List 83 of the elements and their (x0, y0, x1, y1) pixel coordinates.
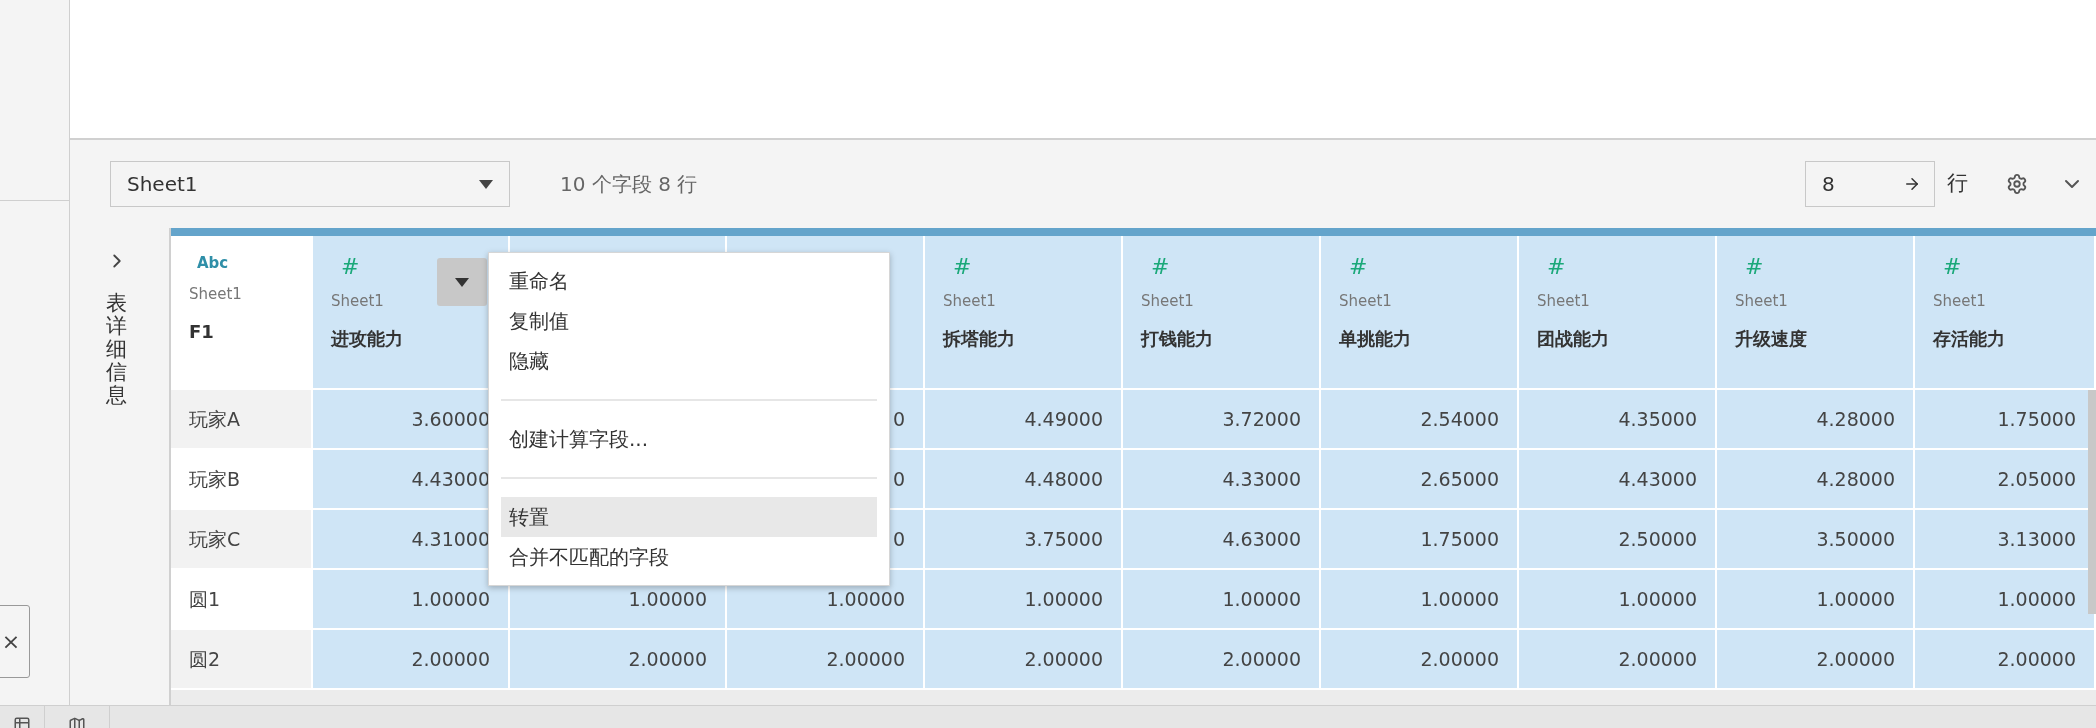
menu-item[interactable]: 合并不匹配的字段 (501, 537, 877, 577)
text-type-icon[interactable]: Abc (189, 256, 229, 271)
row-label: 玩家A (189, 406, 240, 432)
column-menu-button[interactable] (437, 258, 487, 306)
menu-item[interactable]: 复制值 (501, 301, 877, 341)
table-cell-text: 1.00000 (1997, 586, 2076, 612)
field-name: 存活能力 (1933, 326, 2005, 351)
sheet-dropdown[interactable]: Sheet1 (110, 161, 510, 207)
caret-icon (455, 277, 469, 287)
row-label: 玩家B (189, 466, 241, 492)
field-name: 单挑能力 (1339, 326, 1411, 351)
source-name: Sheet1 (189, 284, 242, 305)
table-cell-text: 1.75000 (1997, 406, 2076, 432)
table-cell-text: 2.00000 (1024, 646, 1103, 672)
table-cell-text: 4.48000 (1024, 466, 1103, 492)
arrow-right-icon[interactable] (1903, 175, 1921, 193)
caret-icon (479, 179, 493, 189)
table-cell-text: 2.00000 (1222, 646, 1301, 672)
table-cell-text: 0 (892, 406, 905, 432)
table-cell-text: 4.33000 (1222, 466, 1301, 492)
table-cell-text: 4.28000 (1816, 466, 1895, 492)
field-name: F1 (189, 319, 214, 344)
table-cell-text: 4.35000 (1618, 406, 1697, 432)
table-cell-text: 3.75000 (1024, 526, 1103, 552)
menu-item[interactable]: 隐藏 (501, 341, 877, 381)
table-cell-text: 2.00000 (1420, 646, 1499, 672)
row-label: 圆2 (189, 646, 221, 672)
table-cell-text: 1.75000 (1420, 526, 1499, 552)
table-cell-text: 3.13000 (1997, 526, 2076, 552)
field-name: 拆塔能力 (943, 326, 1015, 351)
table-cell-text: 1.00000 (411, 586, 490, 612)
settings-icon[interactable] (2006, 173, 2028, 195)
source-name: Sheet1 (1537, 291, 1590, 312)
row-unit-label: 行 (1947, 170, 1968, 198)
table-cell-text: 2.65000 (1420, 466, 1499, 492)
table-cell-text: 3.50000 (1816, 526, 1895, 552)
source-name: Sheet1 (1339, 291, 1392, 312)
table-cell-text: 1.00000 (1420, 586, 1499, 612)
table-cell-text: 2.50000 (1618, 526, 1697, 552)
table-cell-text: 4.31000 (411, 526, 490, 552)
table-cell-text: 2.00000 (411, 646, 490, 672)
table-cell-text: 2.00000 (1997, 646, 2076, 672)
source-name: Sheet1 (1141, 291, 1194, 312)
row-label: 圆1 (189, 586, 221, 612)
field-name: 打钱能力 (1141, 326, 1213, 351)
menu-item[interactable]: 重命名 (501, 261, 877, 301)
menu-item[interactable]: 创建计算字段... (501, 419, 877, 459)
field-name: 团战能力 (1537, 326, 1609, 351)
field-name: 进攻能力 (331, 326, 403, 351)
close-button[interactable]: × (0, 605, 30, 678)
table-cell-text: 1.00000 (1222, 586, 1301, 612)
details-label: 表详细信息 (106, 292, 127, 408)
table-cell-text: 1.00000 (1024, 586, 1103, 612)
row-label: 玩家C (189, 526, 241, 552)
table-cell-text: 3.72000 (1222, 406, 1301, 432)
field-row-summary: 10 个字段 8 行 (560, 171, 698, 198)
table-cell-text: 1.00000 (1816, 586, 1895, 612)
table-cell-text: 3.60000 (411, 406, 490, 432)
table-cell-text: 2.00000 (1816, 646, 1895, 672)
table-cell-text: 2.54000 (1420, 406, 1499, 432)
source-name: Sheet1 (1933, 291, 1986, 312)
table-cell-text: 2.00000 (826, 646, 905, 672)
table-cell-text: 2.05000 (1997, 466, 2076, 492)
row-count-field[interactable]: 8 (1805, 161, 1935, 207)
table-cell-text: 4.63000 (1222, 526, 1301, 552)
scrollbar[interactable] (2088, 390, 2096, 614)
table-cell-text: 1.00000 (826, 586, 905, 612)
table-cell-text: 2.00000 (1618, 646, 1697, 672)
table-cell-text: 4.43000 (411, 466, 490, 492)
table-cell-text: 2.00000 (628, 646, 707, 672)
source-name: Sheet1 (331, 291, 384, 312)
horizontal-scroll-track[interactable] (171, 690, 2096, 705)
source-name: Sheet1 (943, 291, 996, 312)
table-cell-text: 0 (892, 466, 905, 492)
table-cell-text: 4.43000 (1618, 466, 1697, 492)
table-cell-text: 0 (892, 526, 905, 552)
field-name: 升级速度 (1735, 326, 1807, 351)
table-cell-text: 4.28000 (1816, 406, 1895, 432)
source-name: Sheet1 (1735, 291, 1788, 312)
table-cell-text: 4.49000 (1024, 406, 1103, 432)
table-cell-text: 1.00000 (628, 586, 707, 612)
menu-item[interactable]: 转置 (501, 497, 877, 537)
table-cell-text: 1.00000 (1618, 586, 1697, 612)
